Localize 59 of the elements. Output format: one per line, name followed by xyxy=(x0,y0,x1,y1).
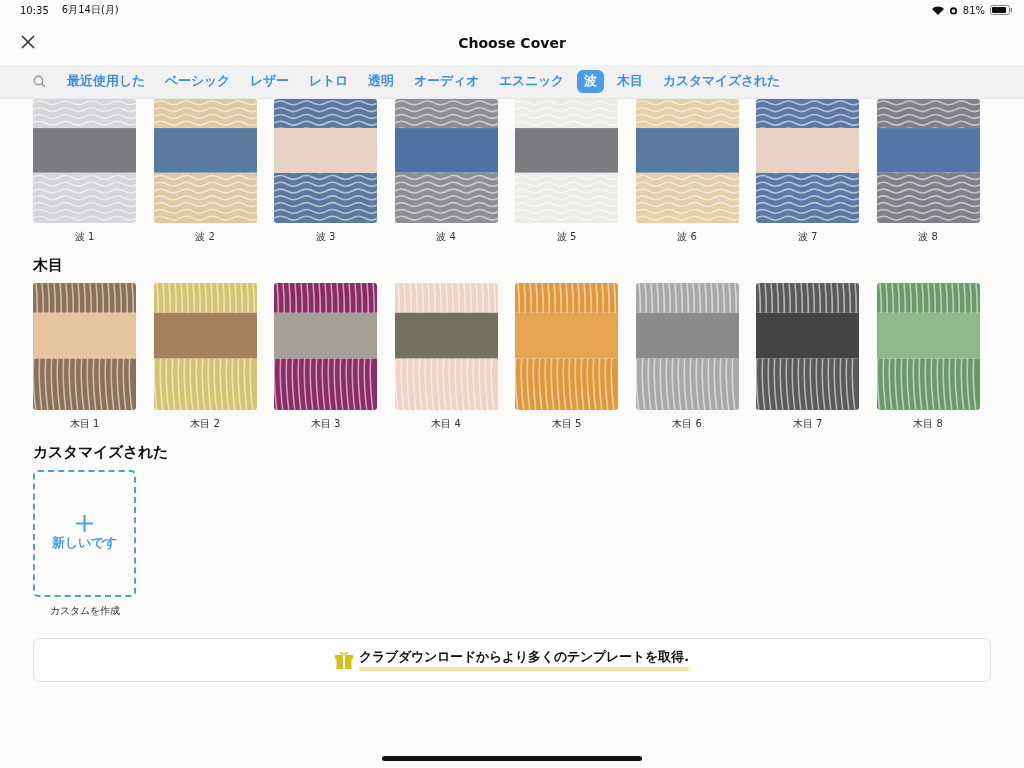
cover-thumbnail[interactable] xyxy=(153,283,257,410)
promo-text: クラブダウンロードからより多くのテンプレートを取得. xyxy=(359,649,689,671)
alarm-icon xyxy=(948,5,958,15)
cover-thumbnail[interactable] xyxy=(515,99,618,223)
close-icon[interactable] xyxy=(21,35,35,49)
cover-label: 波 4 xyxy=(436,230,456,244)
cover-thumbnail[interactable] xyxy=(274,99,377,223)
category-tab[interactable]: カスタマイズされた xyxy=(656,70,787,93)
cover-thumbnail[interactable] xyxy=(635,99,739,223)
cover-thumbnail[interactable] xyxy=(876,99,980,223)
category-tab[interactable]: オーディオ xyxy=(407,70,486,93)
cover-label: 波 5 xyxy=(556,230,577,244)
cover-label: 木目 7 xyxy=(792,417,823,431)
cover-thumbnail[interactable] xyxy=(394,99,498,223)
cover-label: 波 8 xyxy=(918,230,938,244)
search-icon[interactable] xyxy=(33,75,46,88)
cover-thumbnail[interactable] xyxy=(394,283,498,410)
cover-label: 木目 2 xyxy=(190,417,220,431)
wifi-icon xyxy=(931,5,944,15)
cover-label: 波 6 xyxy=(677,230,697,244)
new-cover-button[interactable]: 新しいです xyxy=(33,470,136,597)
status-time: 10:35 xyxy=(20,4,49,16)
section-heading: カスタマイズされた xyxy=(33,443,169,462)
battery-percent: 81% xyxy=(962,4,985,16)
cover-label: 木目 6 xyxy=(672,417,702,431)
page-title: Choose Cover xyxy=(458,34,566,51)
cover-thumbnail[interactable] xyxy=(33,283,136,410)
cover-label: 波 7 xyxy=(797,230,818,244)
category-tab[interactable]: レトロ xyxy=(302,70,355,93)
cover-thumbnail[interactable] xyxy=(756,99,859,223)
cover-label: 木目 1 xyxy=(69,417,100,431)
plus-icon xyxy=(76,515,93,532)
cover-thumbnail[interactable] xyxy=(33,99,136,223)
cover-thumbnail[interactable] xyxy=(876,283,980,410)
cover-label: 木目 5 xyxy=(551,417,582,431)
category-tab[interactable]: レザー xyxy=(243,70,296,93)
category-tab[interactable]: 最近使用した xyxy=(60,70,152,93)
category-tab[interactable]: 波 xyxy=(577,70,604,93)
cover-label: カスタムを作成 xyxy=(49,604,120,618)
gift-icon xyxy=(335,651,354,669)
cover-thumbnail[interactable] xyxy=(515,283,618,410)
section-heading: 木目 xyxy=(33,256,64,275)
cover-label: 木目 3 xyxy=(310,417,341,431)
category-tab[interactable]: ベーシック xyxy=(158,70,237,93)
cover-thumbnail[interactable] xyxy=(756,283,859,410)
cover-label: 木目 4 xyxy=(431,417,461,431)
category-tab[interactable]: 透明 xyxy=(361,70,401,93)
battery-icon xyxy=(990,5,1012,15)
cover-label: 波 2 xyxy=(195,230,215,244)
cover-label: 波 1 xyxy=(74,230,95,244)
promo-banner[interactable]: クラブダウンロードからより多くのテンプレートを取得. xyxy=(33,638,991,682)
status-date: 6月14日(月) xyxy=(61,3,119,17)
category-tab[interactable]: エスニック xyxy=(492,70,571,93)
cover-label: 波 3 xyxy=(315,230,336,244)
cover-label: 木目 8 xyxy=(913,417,943,431)
category-tab[interactable]: 木目 xyxy=(610,70,650,93)
cover-thumbnail[interactable] xyxy=(153,99,257,223)
cover-thumbnail[interactable] xyxy=(635,283,739,410)
cover-thumbnail[interactable] xyxy=(274,283,377,410)
